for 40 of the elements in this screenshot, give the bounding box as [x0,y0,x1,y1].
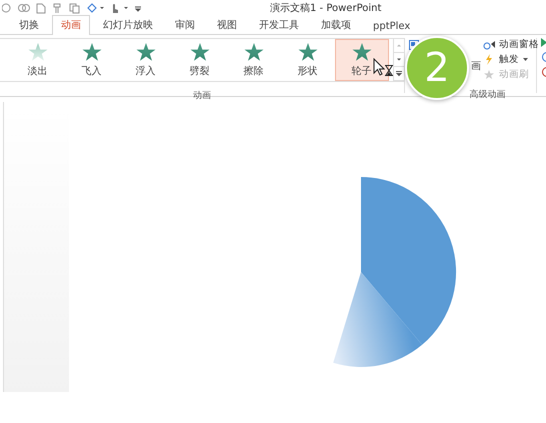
advanced-animation-button[interactable]: 动画窗格 [483,38,539,51]
pointer-icon [373,58,385,76]
animation-option[interactable]: 劈裂 [172,39,226,81]
ribbon-tab[interactable]: 切换 [10,15,48,35]
star-icon [136,42,156,62]
shapes-icon[interactable] [86,2,104,14]
animation-option[interactable]: 浮入 [118,39,172,81]
animation-option[interactable]: 轮子 [334,39,388,81]
star-icon [352,42,372,62]
star-icon [190,42,210,62]
group-label: 高级动画 [468,88,506,101]
play-icon[interactable] [541,38,546,47]
hourglass-icon [385,65,393,76]
document-icon[interactable] [36,2,46,14]
star-icon [244,42,264,62]
star-icon [298,42,318,62]
ribbon-tab[interactable]: 加载项 [312,15,360,35]
caret-icon [522,57,529,62]
ribbon-tab[interactable]: 视图 [208,15,246,35]
star-icon [28,42,48,62]
overlapping-circles-icon[interactable] [18,3,30,13]
animation-option[interactable]: 形状 [280,39,334,81]
animation-option[interactable]: 淡出 [10,39,64,81]
animation-option[interactable]: 飞入 [64,39,118,81]
group-label: 动画 [193,90,211,102]
copy-icon[interactable] [69,2,80,14]
animation-option[interactable]: 擦除 [226,39,280,81]
brush-icon[interactable] [52,2,63,14]
window-title: 演示文稿1 - PowerPoint [270,2,382,15]
star-icon [483,69,496,80]
ribbon-tab[interactable]: 开发工具 [250,15,308,35]
ribbon-tab[interactable]: 动画 [52,15,90,35]
ribbon-tab[interactable]: 幻灯片放映 [94,15,162,35]
star-icon [82,42,102,62]
ribbon-tab[interactable]: 审阅 [166,15,204,35]
ribbon-tab[interactable]: pptPlex [364,18,420,35]
advanced-animation-button[interactable]: 触发 [483,53,539,66]
customize-icon[interactable] [134,4,142,12]
add-animation-label[interactable]: 画 [471,59,481,73]
step-number-badge: 2 [405,36,469,100]
